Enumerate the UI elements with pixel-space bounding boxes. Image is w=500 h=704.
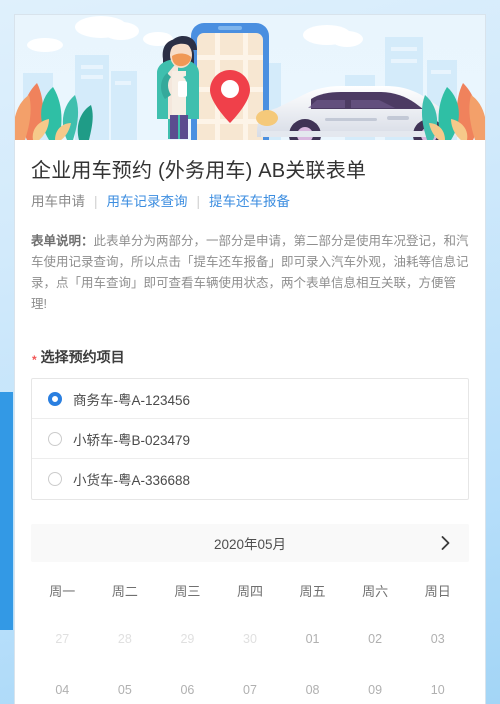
calendar-weekday: 周日: [424, 584, 451, 599]
calendar-day-cell[interactable]: 02: [344, 614, 407, 665]
calendar-day-cell[interactable]: 05: [94, 665, 157, 704]
calendar-day-cell[interactable]: 04: [31, 665, 94, 704]
field-select-booking-item: * 选择预约项目 商务车-粤A-123456 小轿车-粤B-023479 小货车…: [31, 347, 469, 500]
vertical-scrollbar[interactable]: [0, 0, 13, 704]
calendar-header: 2020年05月: [31, 524, 469, 562]
nav-link-pickup-return[interactable]: 提车还车报备: [209, 192, 290, 212]
form-nav-links: 用车申请 | 用车记录查询 | 提车还车报备: [31, 192, 469, 212]
date-picker-calendar: 2020年05月 周一 周二 周三 周四 周五 周六 周日 27 28 29 3…: [31, 524, 469, 704]
form-description: 表单说明：此表单分为两部分，一部分是申请，第二部分是使用车况登记，和汽车使用记录…: [31, 231, 469, 319]
calendar-weekday: 周六: [362, 584, 389, 599]
calendar-day-cell[interactable]: 29: [156, 614, 219, 665]
calendar-weekday: 周三: [174, 584, 201, 599]
scrollbar-thumb[interactable]: [0, 392, 13, 630]
calendar-day-cell[interactable]: 03: [406, 614, 469, 665]
radio-group-vehicles: 商务车-粤A-123456 小轿车-粤B-023479 小货车-粤A-33668…: [31, 378, 469, 500]
nav-link-records[interactable]: 用车记录查询: [107, 192, 188, 212]
form-description-text: 此表单分为两部分，一部分是申请，第二部分是使用车况登记，和汽车使用记录查询，所以…: [31, 234, 469, 311]
required-asterisk: *: [32, 353, 37, 367]
nav-separator: |: [196, 194, 201, 209]
calendar-weekday: 周二: [111, 584, 138, 599]
radio-icon[interactable]: [48, 472, 62, 486]
calendar-day-cell[interactable]: 07: [219, 665, 282, 704]
radio-icon[interactable]: [48, 391, 62, 406]
calendar-day-cell[interactable]: 10: [406, 665, 469, 704]
calendar-day-cell[interactable]: 28: [94, 614, 157, 665]
calendar-day-cell[interactable]: 08: [281, 665, 344, 704]
calendar-weekday: 周四: [236, 584, 263, 599]
field-label: * 选择预约项目: [31, 347, 469, 367]
calendar-weekday-row: 周一 周二 周三 周四 周五 周六 周日: [31, 562, 469, 600]
calendar-day-cell[interactable]: 30: [219, 614, 282, 665]
form-description-label: 表单说明：: [31, 234, 94, 248]
form-card: 企业用车预约 (外务用车) AB关联表单 用车申请 | 用车记录查询 | 提车还…: [14, 14, 486, 704]
calendar-day-cell[interactable]: 01: [281, 614, 344, 665]
chevron-right-icon[interactable]: [435, 533, 455, 553]
calendar-weekday: 周五: [299, 584, 326, 599]
nav-separator: |: [94, 194, 98, 209]
radio-option-label: 小货车-粤A-336688: [73, 473, 191, 488]
radio-icon[interactable]: [48, 431, 62, 446]
calendar-day-cell[interactable]: 06: [156, 665, 219, 704]
radio-option-label: 小轿车-粤B-023479: [73, 432, 191, 448]
form-body: 企业用车预约 (外务用车) AB关联表单 用车申请 | 用车记录查询 | 提车还…: [15, 140, 485, 704]
radio-option-sedan[interactable]: 小轿车-粤B-023479: [32, 419, 468, 459]
calendar-day-grid: 27 28 29 30 01 02 03 04 05 06 07 08 09 1…: [31, 600, 469, 704]
field-label-text: 选择预约项目: [40, 349, 125, 365]
nav-link-apply[interactable]: 用车申请: [31, 192, 85, 212]
radio-option-business-car[interactable]: 商务车-粤A-123456: [32, 379, 468, 419]
page-title: 企业用车预约 (外务用车) AB关联表单: [31, 160, 367, 182]
calendar-month-title: 2020年05月: [213, 537, 287, 552]
radio-option-label: 商务车-粤A-123456: [73, 392, 191, 408]
calendar-day-cell[interactable]: 09: [344, 665, 407, 704]
calendar-day-cell[interactable]: 27: [31, 614, 94, 665]
page-right-edge: [486, 0, 500, 704]
calendar-weekday: 周一: [49, 584, 76, 599]
radio-option-truck[interactable]: 小货车-粤A-336688: [32, 459, 468, 499]
car-booking-hero-illustration: [15, 15, 485, 140]
